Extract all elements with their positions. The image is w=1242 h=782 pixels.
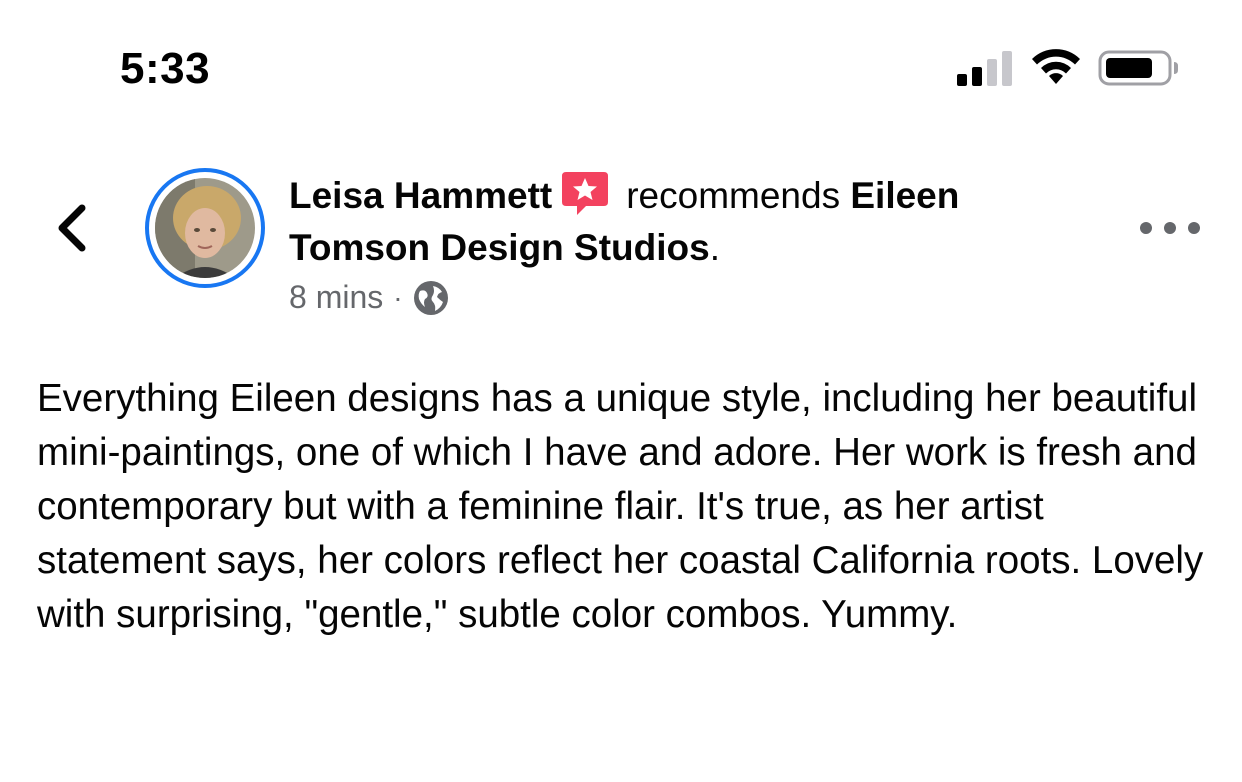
post-headline: Leisa Hammett recommends Eileen Tomson D… [289,168,1089,274]
more-dot-icon [1164,222,1176,234]
headline-period: . [709,227,720,268]
cellular-signal-icon [957,51,1012,86]
globe-icon [413,280,448,315]
recommendation-badge-icon [562,172,609,215]
avatar-photo [155,178,255,278]
post-timestamp[interactable]: 8 mins [289,279,383,316]
back-button[interactable] [48,196,96,260]
author-avatar[interactable] [145,168,265,288]
more-options-button[interactable] [1140,210,1200,246]
status-time: 5:33 [120,44,211,93]
post-meta: 8 mins · [289,279,449,316]
wifi-icon [1032,49,1080,84]
battery-icon [1098,50,1178,86]
more-dot-icon [1140,222,1152,234]
meta-separator: · [393,281,403,313]
more-dot-icon [1188,222,1200,234]
screen: 5:33 Leisa Hammett recommends Eileen Tom… [0,0,1242,782]
recommends-verb: recommends [626,175,841,216]
author-name[interactable]: Leisa Hammett [289,175,552,216]
post-body-text: Everything Eileen designs has a unique s… [37,377,1204,636]
chevron-left-icon [58,204,86,252]
